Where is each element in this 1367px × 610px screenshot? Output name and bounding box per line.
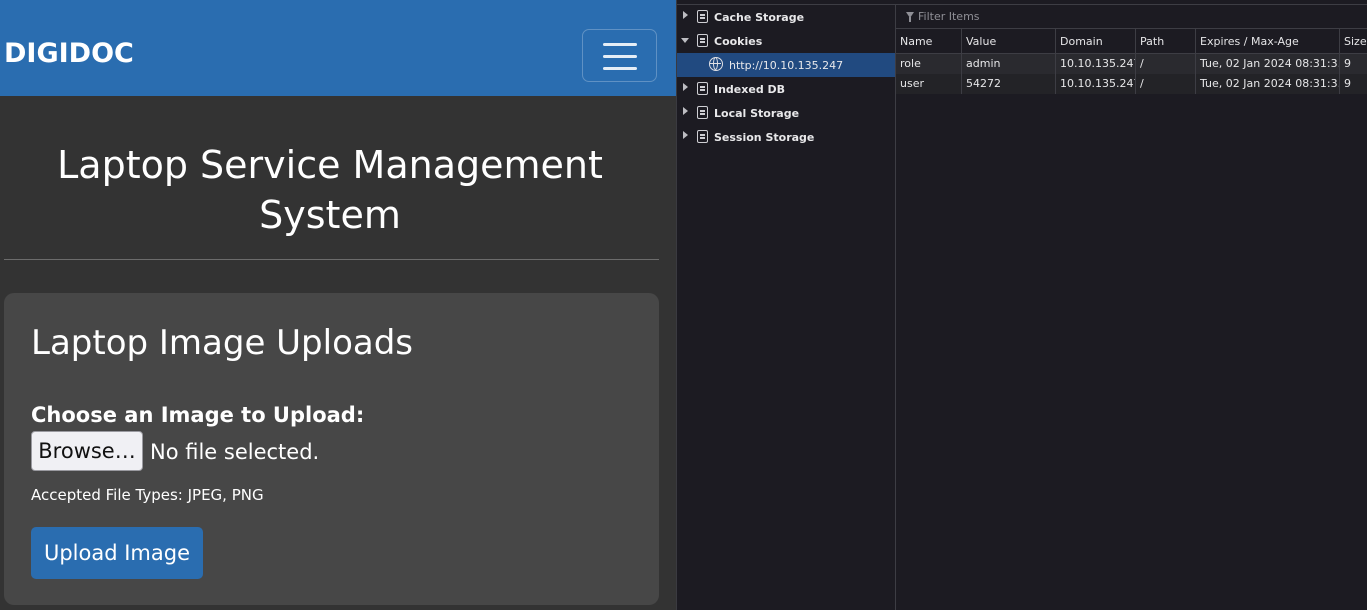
cookie-path[interactable]: / (1136, 74, 1196, 94)
cookie-expires[interactable]: Tue, 02 Jan 2024 08:31:3… (1196, 74, 1340, 94)
cookie-domain[interactable]: 10.10.135.247 (1056, 74, 1136, 94)
tree-item-label: Local Storage (714, 107, 800, 120)
accepted-file-types: Accepted File Types: JPEG, PNG (31, 486, 264, 504)
column-header-value[interactable]: Value (962, 29, 1056, 53)
tree-item-session-storage[interactable]: Session Storage (677, 125, 895, 149)
tree-item-cache-storage[interactable]: Cache Storage (677, 5, 895, 29)
upload-card: Laptop Image Uploads Choose an Image to … (4, 293, 659, 605)
filter-bar (896, 5, 1367, 29)
database-icon (697, 130, 708, 143)
table-header: Name Value Domain Path Expires / Max-Age… (896, 29, 1367, 54)
database-icon (697, 82, 708, 95)
column-header-expires[interactable]: Expires / Max-Age (1196, 29, 1340, 53)
collapse-arrow-icon[interactable] (681, 38, 689, 43)
devtools-storage-panel: Cache Storage Cookies http://10.10.135.2… (676, 0, 1367, 610)
database-icon (697, 34, 708, 47)
globe-icon (709, 57, 723, 71)
navbar: DIGIDOC (0, 0, 676, 96)
table-row[interactable]: user 54272 10.10.135.247 / Tue, 02 Jan 2… (896, 74, 1367, 94)
hamburger-icon (603, 55, 637, 58)
divider (4, 259, 659, 260)
tree-item-label: Session Storage (714, 131, 815, 144)
brand-logo[interactable]: DIGIDOC (4, 38, 134, 69)
file-input-label: Choose an Image to Upload: (31, 403, 365, 427)
tree-item-cookie-host[interactable]: http://10.10.135.247 (677, 53, 895, 77)
file-status-text: No file selected. (150, 440, 320, 464)
cookie-value[interactable]: 54272 (962, 74, 1056, 94)
database-icon (697, 106, 708, 119)
web-page: DIGIDOC Laptop Service Management System… (0, 0, 676, 610)
cookie-size[interactable]: 9 (1340, 54, 1367, 74)
tree-item-label: Cookies (714, 35, 763, 48)
tree-item-label: Indexed DB (714, 83, 786, 96)
upload-image-button[interactable]: Upload Image (31, 527, 203, 579)
storage-tree: Cache Storage Cookies http://10.10.135.2… (677, 5, 896, 610)
cookie-size[interactable]: 9 (1340, 74, 1367, 94)
browse-button[interactable]: Browse… (31, 431, 143, 471)
filter-input[interactable] (918, 8, 1338, 24)
expand-arrow-icon[interactable] (683, 11, 688, 19)
database-icon (697, 10, 708, 23)
tree-item-local-storage[interactable]: Local Storage (677, 101, 895, 125)
hamburger-icon (603, 43, 637, 46)
cookie-expires[interactable]: Tue, 02 Jan 2024 08:31:3… (1196, 54, 1340, 74)
menu-toggle-button[interactable] (582, 29, 657, 82)
cookie-domain[interactable]: 10.10.135.247 (1056, 54, 1136, 74)
hamburger-icon (603, 67, 637, 70)
page-title: Laptop Service Management System (57, 143, 603, 237)
tree-item-label: http://10.10.135.247 (729, 59, 844, 72)
expand-arrow-icon[interactable] (683, 131, 688, 139)
cookie-name[interactable]: user (896, 74, 962, 94)
expand-arrow-icon[interactable] (683, 107, 688, 115)
column-header-path[interactable]: Path (1136, 29, 1196, 53)
cookie-value[interactable]: admin (962, 54, 1056, 74)
column-header-domain[interactable]: Domain (1056, 29, 1136, 53)
filter-icon (906, 12, 914, 22)
cookie-name[interactable]: role (896, 54, 962, 74)
table-row[interactable]: role admin 10.10.135.247 / Tue, 02 Jan 2… (896, 54, 1367, 74)
card-title: Laptop Image Uploads (31, 323, 414, 363)
tree-item-cookies[interactable]: Cookies (677, 29, 895, 53)
tree-item-label: Cache Storage (714, 11, 805, 24)
expand-arrow-icon[interactable] (683, 83, 688, 91)
cookie-path[interactable]: / (1136, 54, 1196, 74)
tree-item-indexed-db[interactable]: Indexed DB (677, 77, 895, 101)
column-header-size[interactable]: Size (1340, 29, 1367, 53)
column-header-name[interactable]: Name (896, 29, 962, 53)
